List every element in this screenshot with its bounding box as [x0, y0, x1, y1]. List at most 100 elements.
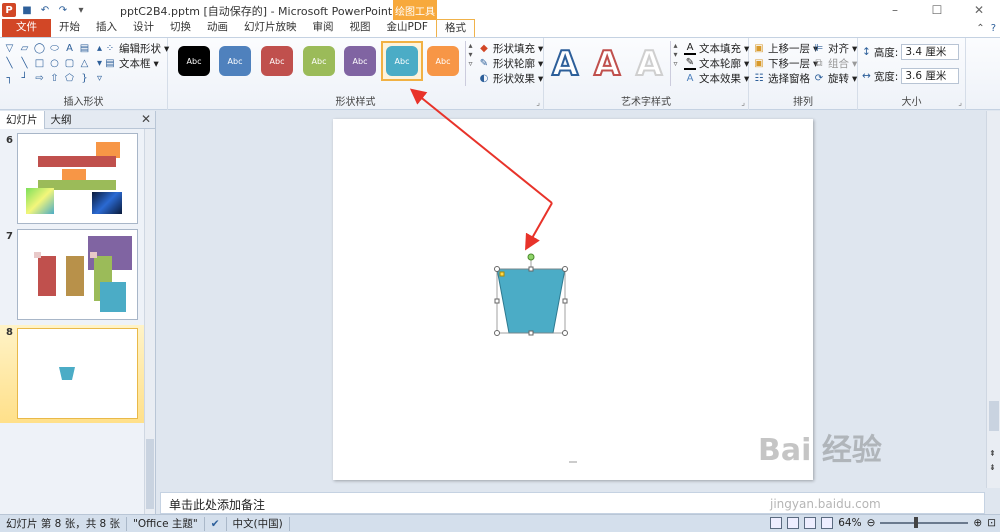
- adjust-handle[interactable]: [499, 271, 505, 277]
- wordart-more-icon[interactable]: ▿: [673, 59, 677, 68]
- powerpoint-app-icon[interactable]: P: [2, 3, 16, 17]
- shape-tri-icon[interactable]: △: [78, 57, 91, 70]
- wordart-style-red[interactable]: A: [593, 43, 621, 85]
- wordart-gallery-scroll[interactable]: ▴ ▾ ▿: [670, 41, 680, 86]
- shape-outline-button[interactable]: ✎ 形状轮廓 ▾: [478, 56, 543, 71]
- tab-kingsoft-pdf[interactable]: 金山PDF: [379, 19, 436, 37]
- shape-rect-icon[interactable]: □: [33, 57, 46, 70]
- style-swatch-red[interactable]: Abc: [261, 46, 293, 76]
- shape-pentagon-icon[interactable]: ⬠: [63, 72, 76, 85]
- gallery-up-icon[interactable]: ▴: [468, 41, 472, 50]
- tab-file[interactable]: 文件: [2, 19, 51, 37]
- text-outline-button[interactable]: ✎ 文本轮廓 ▾: [684, 56, 749, 71]
- wordart-up-icon[interactable]: ▴: [673, 41, 677, 50]
- resize-handle-t[interactable]: [528, 266, 534, 272]
- shape-text-icon[interactable]: A: [63, 42, 76, 55]
- current-slide[interactable]: [333, 119, 813, 480]
- text-effects-button[interactable]: A 文本效果 ▾: [684, 71, 750, 86]
- wordart-down-icon[interactable]: ▾: [673, 50, 677, 59]
- gallery-down-icon[interactable]: ▾: [468, 50, 472, 59]
- shape-fill-button[interactable]: ◆ 形状填充 ▾: [478, 41, 543, 56]
- tab-slideshow[interactable]: 幻灯片放映: [236, 19, 305, 37]
- redo-icon[interactable]: ↷: [56, 3, 70, 17]
- shape-styles-launcher-icon[interactable]: ⌟: [536, 98, 540, 107]
- spellcheck-icon[interactable]: ✔: [205, 516, 227, 531]
- normal-view-icon[interactable]: [770, 517, 783, 529]
- resize-handle-tl[interactable]: [494, 266, 500, 272]
- wordart-style-light[interactable]: A: [635, 43, 663, 85]
- tab-insert[interactable]: 插入: [88, 19, 125, 37]
- zoom-out-icon[interactable]: ⊖: [867, 517, 876, 529]
- shape-oval-icon[interactable]: ◯: [33, 42, 46, 55]
- resize-handle-bl[interactable]: [494, 330, 500, 336]
- resize-handle-l[interactable]: [494, 298, 500, 304]
- gallery-more-icon[interactable]: ▿: [468, 59, 472, 68]
- wordart-launcher-icon[interactable]: ⌟: [741, 98, 745, 107]
- maximize-icon[interactable]: ☐: [916, 0, 958, 20]
- fit-to-window-icon[interactable]: ⊡: [987, 517, 996, 529]
- wordart-style-blue[interactable]: A: [551, 43, 579, 85]
- shape-arrow-right-icon[interactable]: ⇨: [33, 72, 46, 85]
- style-swatch-green[interactable]: Abc: [303, 46, 335, 76]
- selection-pane-button[interactable]: ☷ 选择窗格: [753, 71, 810, 86]
- resize-handle-r[interactable]: [562, 298, 568, 304]
- next-slide-icon[interactable]: ⇟: [989, 463, 996, 472]
- undo-icon[interactable]: ↶: [38, 3, 52, 17]
- slideshow-view-icon[interactable]: [821, 517, 834, 529]
- panel-tab-outline[interactable]: 大纲: [45, 111, 78, 129]
- close-icon[interactable]: ✕: [958, 0, 1000, 20]
- tab-review[interactable]: 审阅: [305, 19, 342, 37]
- shape-gallery-expand-icon[interactable]: ▿: [93, 72, 106, 85]
- zoom-in-icon[interactable]: ⊕: [973, 517, 982, 529]
- text-fill-button[interactable]: A 文本填充 ▾: [684, 41, 749, 56]
- tab-design[interactable]: 设计: [125, 19, 162, 37]
- tab-animations[interactable]: 动画: [199, 19, 236, 37]
- width-input[interactable]: 3.6 厘米: [901, 68, 960, 84]
- slide-thumbnail-8[interactable]: 8: [0, 325, 145, 423]
- shape-triangle-icon[interactable]: ▽: [3, 42, 16, 55]
- shape-line2-icon[interactable]: ╲: [18, 57, 31, 70]
- shape-connector2-icon[interactable]: ┘: [18, 72, 31, 85]
- shape-effects-button[interactable]: ◐ 形状效果 ▾: [478, 71, 544, 86]
- help-icon[interactable]: ?: [991, 23, 996, 34]
- customize-toolbar-icon[interactable]: ▾: [74, 3, 88, 17]
- resize-handle-tr[interactable]: [562, 266, 568, 272]
- prev-slide-icon[interactable]: ⇞: [989, 449, 996, 458]
- style-swatch-purple[interactable]: Abc: [344, 46, 376, 76]
- tab-home[interactable]: 开始: [51, 19, 88, 37]
- rotate-button[interactable]: ⟳ 旋转 ▾: [813, 71, 857, 86]
- style-swatch-aqua[interactable]: Abc: [386, 46, 418, 76]
- textbox-button[interactable]: ▤ 文本框 ▾: [104, 56, 159, 71]
- collapse-ribbon-icon[interactable]: ⌃: [976, 23, 984, 34]
- tab-view[interactable]: 视图: [342, 19, 379, 37]
- save-icon[interactable]: ■: [20, 3, 34, 17]
- style-swatch-orange[interactable]: Abc: [427, 46, 459, 76]
- shape-line-icon[interactable]: ╲: [3, 57, 16, 70]
- shape-circle-icon[interactable]: ○: [48, 57, 61, 70]
- style-gallery-scroll[interactable]: ▴ ▾ ▿: [465, 41, 475, 86]
- style-swatch-blue[interactable]: Abc: [219, 46, 251, 76]
- slide-scrollbar[interactable]: ⇞ ⇟: [986, 111, 1000, 488]
- panel-close-icon[interactable]: ✕: [141, 112, 151, 126]
- align-button[interactable]: ⊫ 对齐 ▾: [813, 41, 858, 56]
- shape-arrow-up-icon[interactable]: ⇧: [48, 72, 61, 85]
- resize-handle-br[interactable]: [562, 330, 568, 336]
- send-backward-button[interactable]: ▣ 下移一层 ▾: [753, 56, 818, 71]
- reading-view-icon[interactable]: [804, 517, 817, 529]
- shape-rounded-icon[interactable]: ⬭: [48, 42, 61, 55]
- language-indicator[interactable]: 中文(中国): [227, 516, 290, 531]
- zoom-slider[interactable]: [880, 517, 969, 528]
- trapezoid-shape[interactable]: [496, 268, 566, 334]
- height-input[interactable]: 3.4 厘米: [901, 44, 960, 60]
- slide-thumbnail-6[interactable]: 6: [0, 133, 145, 228]
- zoom-level[interactable]: 64%: [838, 517, 861, 529]
- group-button[interactable]: ⧉ 组合 ▾: [813, 56, 857, 71]
- slide-sorter-icon[interactable]: [787, 517, 800, 529]
- rotate-handle[interactable]: [527, 253, 535, 261]
- edit-shape-button[interactable]: ⁘ 编辑形状 ▾: [104, 41, 169, 56]
- resize-handle-b[interactable]: [528, 330, 534, 336]
- shape-textbox-icon[interactable]: ▤: [78, 42, 91, 55]
- shape-gallery[interactable]: ▽ ▱ ◯ ⬭ A ▤ ▴ ╲ ╲ □ ○ ▢ △ ▾ ┐ ┘ ⇨ ⇧ ⬠ } …: [3, 42, 106, 85]
- shape-parallelogram-icon[interactable]: ▱: [18, 42, 31, 55]
- style-swatch-black[interactable]: Abc: [178, 46, 210, 76]
